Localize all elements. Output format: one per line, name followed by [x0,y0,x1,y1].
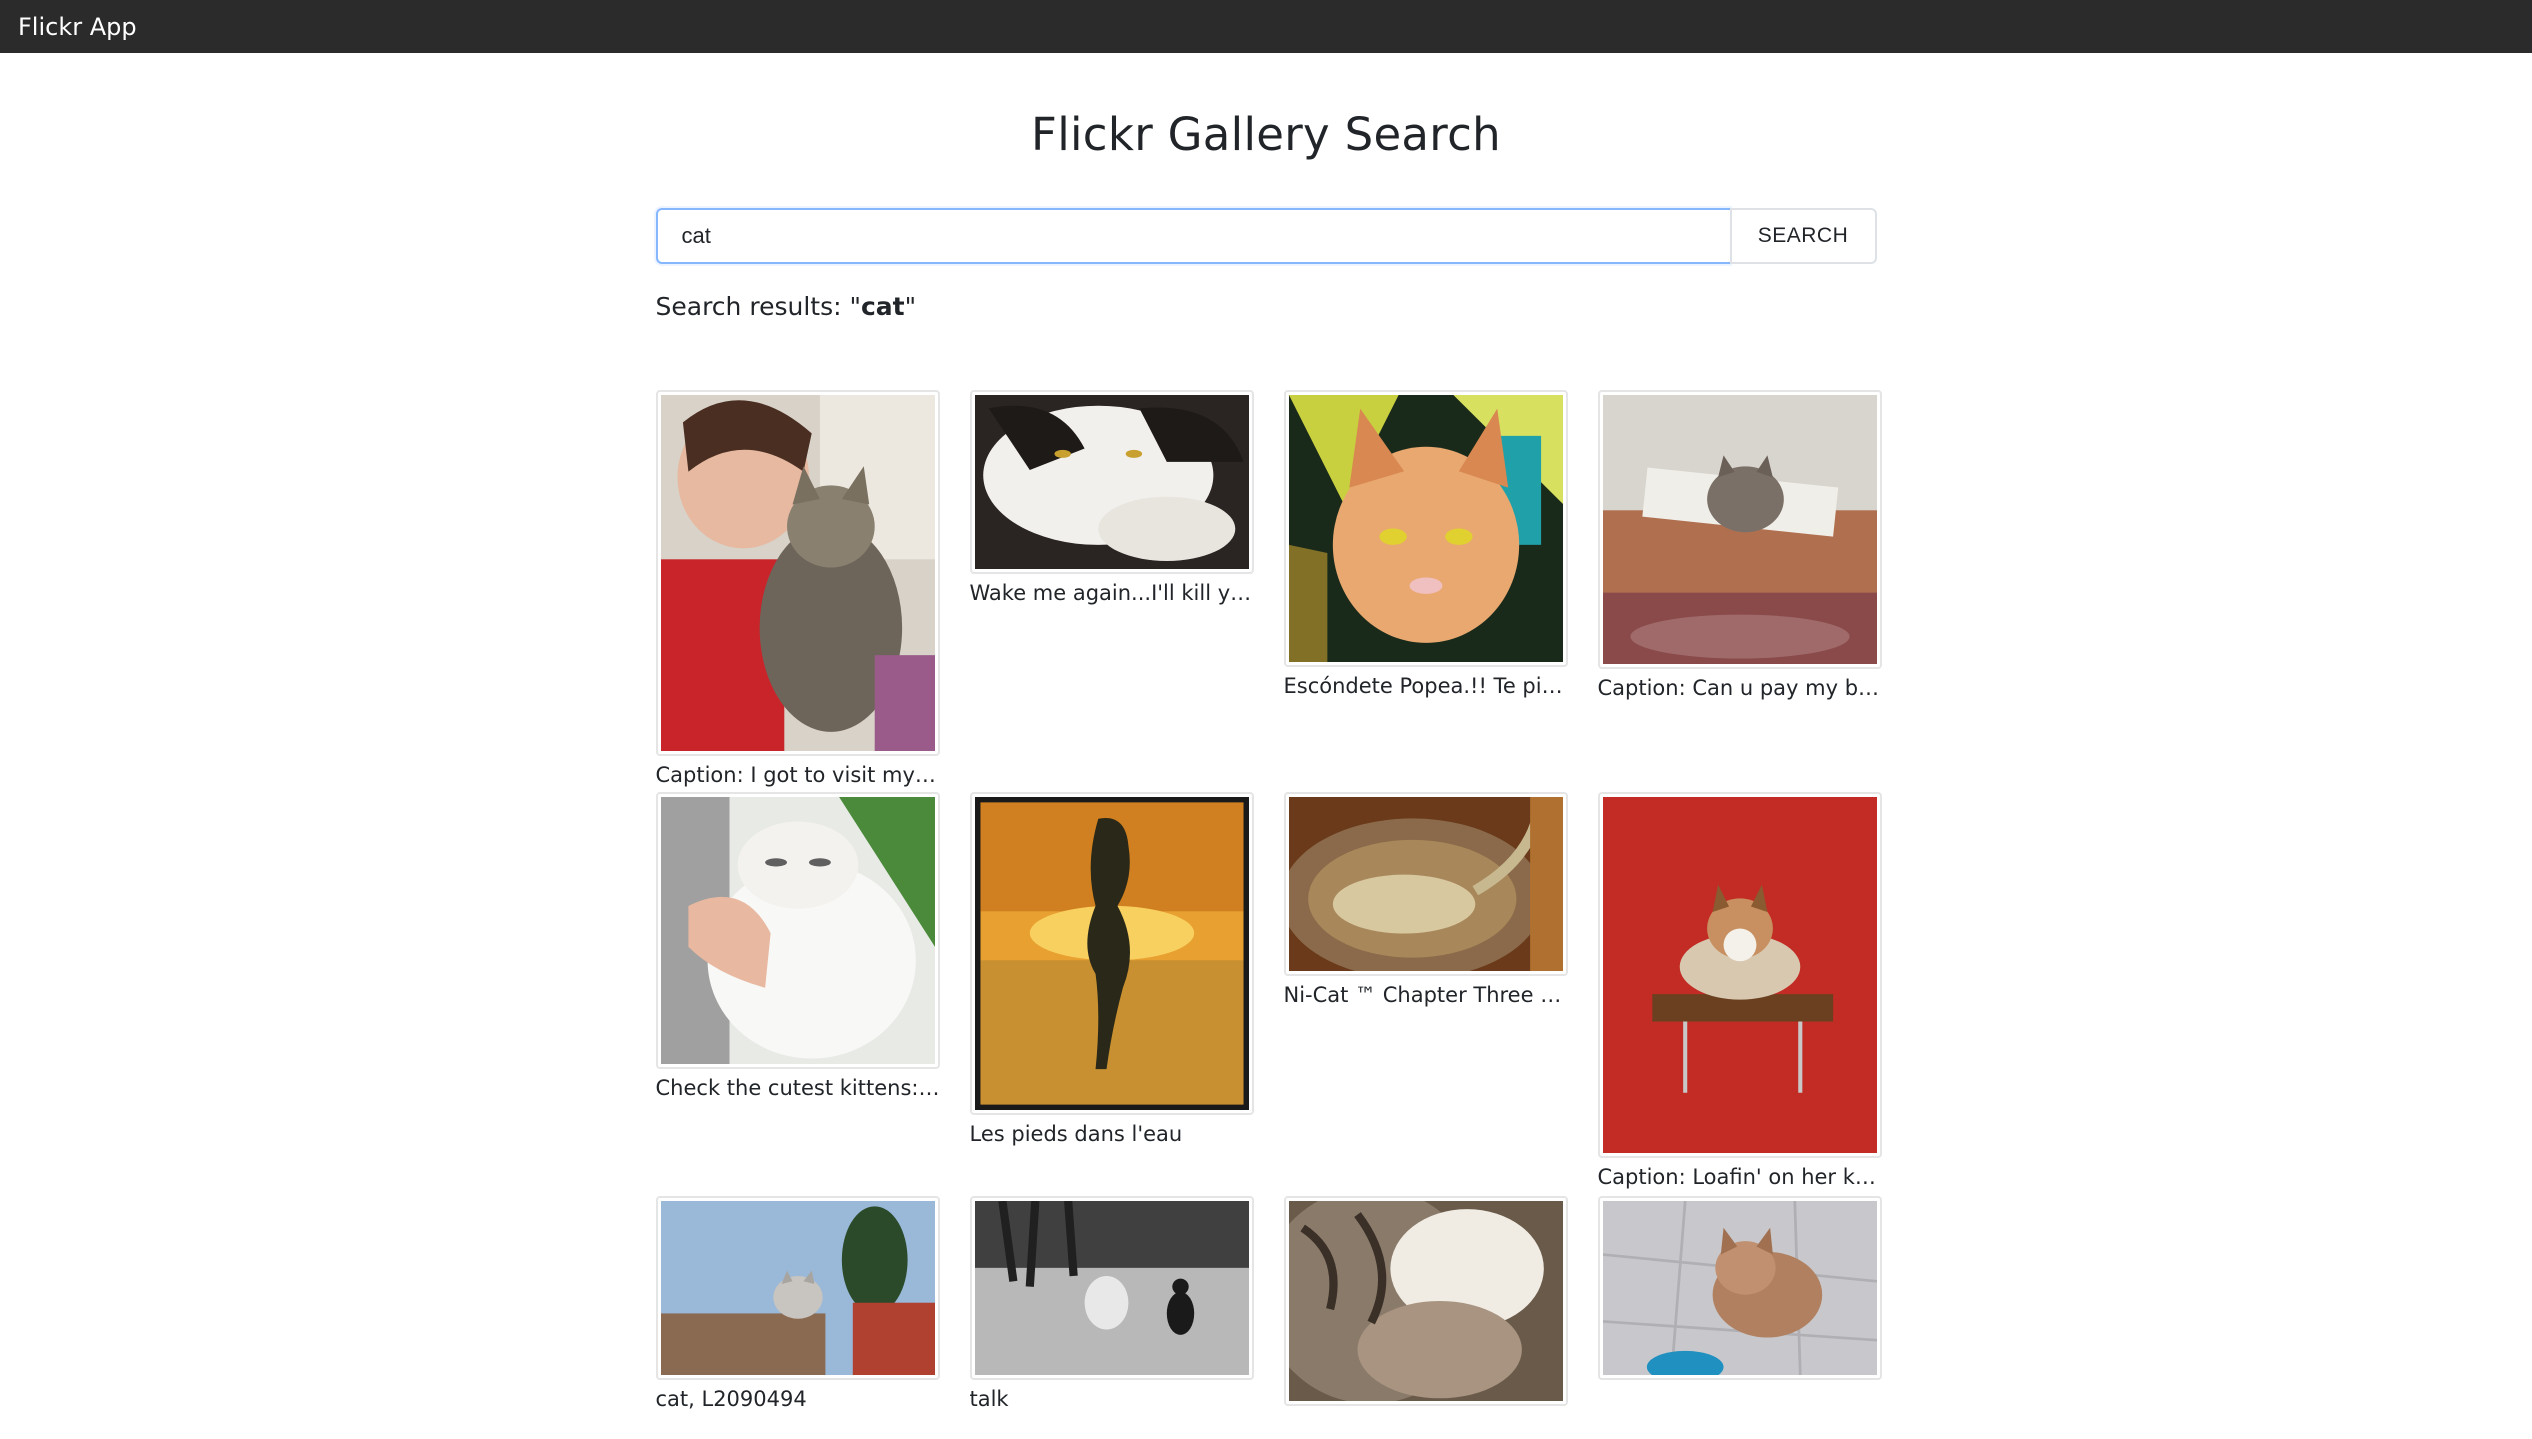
results-suffix: " [904,292,917,321]
photo-caption: Caption: Loafin' on her kitt.. [1597,1165,1882,1189]
photo-thumbnail[interactable] [1597,1196,1882,1380]
photo-thumbnail[interactable] [655,390,940,756]
photo-caption: Caption: I got to visit my b... [655,763,940,787]
photo-caption: Ni-Cat ™ Chapter Three Of... [1283,983,1568,1007]
photo-thumbnail[interactable] [1283,1196,1568,1406]
photo-thumbnail[interactable] [969,1196,1254,1380]
photo-card[interactable]: Wake me again...I'll kill you! [969,390,1254,607]
photo-caption [1598,1385,1882,1413]
photo-card[interactable]: Les pieds dans l'eau [969,792,1254,1148]
photo-card[interactable]: Escóndete Popea.!! Te pillé.. [1283,390,1568,700]
photo-card[interactable] [1597,1196,1882,1413]
search-input[interactable] [655,208,1730,264]
photo-card[interactable]: Caption: Can u pay my bill... [1597,390,1882,702]
results-query: cat [860,292,905,321]
photo-caption: cat, L2090494 [655,1387,807,1411]
results-heading: Search results: "cat" [656,291,1877,323]
navbar: Flickr App [0,0,2532,53]
page-title: Flickr Gallery Search [1031,108,1501,161]
photo-card[interactable]: Check the cutest kittens: h... [655,792,940,1102]
photo-thumbnail[interactable] [969,390,1254,574]
search-form: SEARCH [655,208,1877,264]
photo-caption: talk [969,1387,1009,1411]
photo-thumbnail[interactable] [655,1196,940,1380]
photo-card[interactable]: cat, L2090494 [655,1196,940,1413]
photo-card[interactable]: Ni-Cat ™ Chapter Three Of... [1283,792,1568,1009]
photo-caption: Caption: Can u pay my bill... [1597,676,1882,700]
results-prefix: Search results: " [655,292,861,321]
main-container: Flickr Gallery Search SEARCH Search resu… [655,53,1882,1411]
photo-caption: Les pieds dans l'eau [969,1122,1183,1146]
search-button[interactable]: SEARCH [1729,208,1877,264]
app-brand[interactable]: Flickr App [18,13,137,41]
photo-caption: Wake me again...I'll kill you! [969,581,1254,605]
photo-thumbnail[interactable] [1283,390,1568,667]
photo-card[interactable] [1283,1196,1568,1439]
photo-thumbnail[interactable] [1597,792,1882,1158]
photo-card[interactable]: talk [969,1196,1254,1413]
photo-thumbnail[interactable] [1597,390,1882,669]
photo-caption: Check the cutest kittens: h... [655,1076,940,1100]
photo-thumbnail[interactable] [969,792,1254,1115]
photo-caption [1284,1411,1568,1439]
photo-thumbnail[interactable] [1283,792,1568,976]
photo-card[interactable]: Caption: Loafin' on her kitt.. [1597,792,1882,1191]
photo-thumbnail[interactable] [655,792,940,1069]
photo-card[interactable]: Caption: I got to visit my b... [655,390,940,789]
photo-caption: Escóndete Popea.!! Te pillé.. [1283,674,1568,698]
